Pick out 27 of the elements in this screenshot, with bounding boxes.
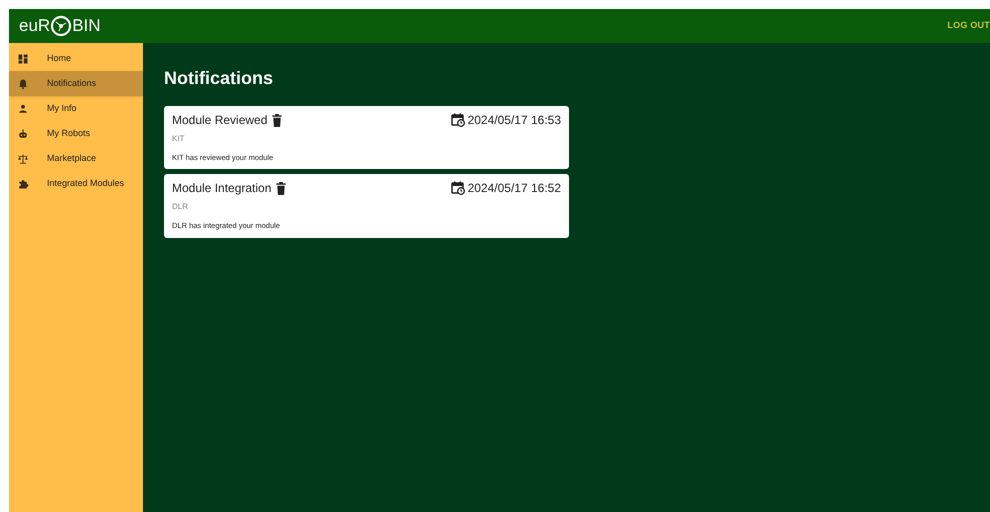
- sidebar-item[interactable]: My Robots: [9, 121, 143, 146]
- notification-date: 2024/05/17 16:53: [468, 112, 561, 129]
- sidebar-item[interactable]: Home: [9, 46, 143, 71]
- page-title: Notifications: [164, 67, 274, 90]
- puzzle-icon: [17, 178, 29, 190]
- person-icon: [17, 102, 29, 114]
- notification-title: Module Integration: [172, 180, 272, 198]
- notification-date: 2024/05/17 16:52: [468, 180, 561, 198]
- notification-title: Module Reviewed: [172, 112, 268, 129]
- calendar-clock-icon: [450, 113, 465, 127]
- logo-text: euR: [19, 15, 50, 38]
- scale-icon: [17, 152, 29, 164]
- logout-button[interactable]: LOG OUT: [947, 19, 990, 33]
- sidebar-item[interactable]: Marketplace: [9, 146, 143, 171]
- notification-sender: DLR: [172, 201, 190, 214]
- logo-text: BIN: [72, 15, 101, 38]
- dashboard-icon: [17, 52, 29, 64]
- bell-icon: [17, 78, 29, 90]
- notification-sender: KIT: [172, 133, 186, 145]
- calendar-clock-icon: [450, 181, 465, 196]
- logo-ring-icon: [50, 15, 72, 37]
- robot-icon: [17, 128, 29, 140]
- trash-icon[interactable]: [271, 114, 284, 126]
- sidebar-item[interactable]: My Info: [9, 96, 143, 121]
- sidebar-item[interactable]: Notifications: [9, 71, 143, 96]
- trash-icon[interactable]: [275, 182, 288, 195]
- sidebar-item[interactable]: Integrated Modules: [9, 171, 143, 196]
